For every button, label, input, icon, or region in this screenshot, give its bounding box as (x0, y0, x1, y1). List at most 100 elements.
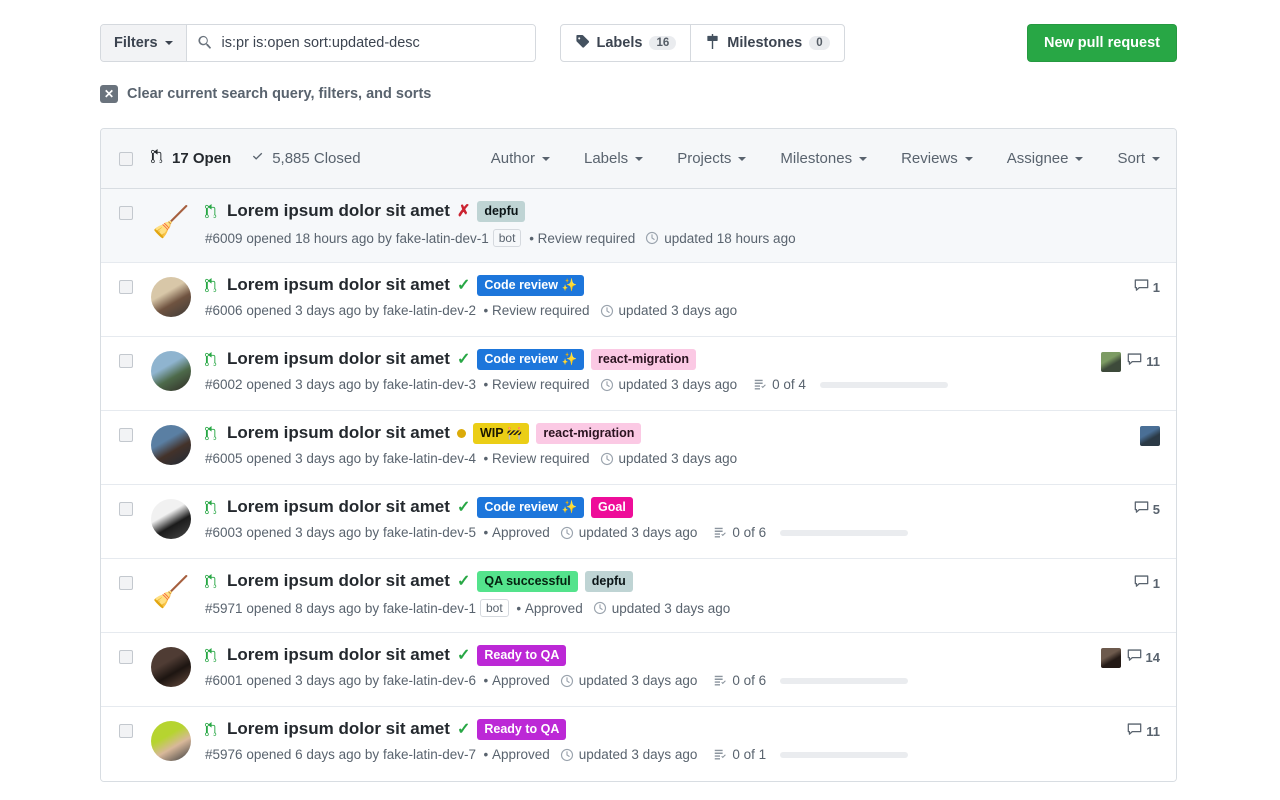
avatar[interactable] (151, 721, 191, 761)
pr-label[interactable]: Code review ✨ (477, 349, 585, 370)
pull-request-number[interactable]: #6003 (205, 525, 243, 540)
pull-request-author[interactable]: fake-latin-dev-6 (383, 673, 476, 688)
comment-count[interactable]: 14 (1127, 648, 1160, 666)
pull-request-title-link[interactable]: Lorem ipsum dolor sit amet (227, 497, 450, 517)
pull-request-author[interactable]: fake-latin-dev-3 (383, 377, 476, 392)
labels-dropdown[interactable]: Labels (584, 150, 644, 167)
pull-request-opened-text: opened 8 days ago by (246, 600, 380, 616)
avatar[interactable] (151, 277, 191, 317)
avatar[interactable] (151, 499, 191, 539)
pull-request-author[interactable]: fake-latin-dev-1 (383, 601, 476, 616)
search-field-wrapper[interactable] (186, 25, 535, 61)
avatar[interactable] (151, 425, 191, 465)
avatar[interactable] (151, 351, 191, 391)
labels-count: 16 (649, 36, 677, 50)
pull-request-row[interactable]: 🧹 Lorem ipsum dolor sit amet ✓ QA successfu… (101, 559, 1176, 633)
select-all-checkbox[interactable] (119, 151, 133, 166)
comment-count[interactable]: 5 (1134, 500, 1160, 518)
projects-dropdown[interactable]: Projects (677, 150, 747, 167)
sort-dropdown[interactable]: Sort (1117, 150, 1160, 167)
pr-label[interactable]: depfu (584, 571, 633, 592)
pull-request-title-link[interactable]: Lorem ipsum dolor sit amet (227, 571, 450, 591)
comment-count-label: 14 (1145, 649, 1160, 665)
assignee-dropdown[interactable]: Assignee (1007, 150, 1084, 167)
pull-request-row[interactable]: Lorem ipsum dolor sit amet ✓ Ready to QA #6… (101, 633, 1176, 707)
pull-request-number[interactable]: #5971 (205, 601, 243, 616)
closed-count-filter[interactable]: 5,885 Closed (251, 149, 361, 168)
avatar[interactable]: 🧹 (151, 203, 191, 243)
pull-request-row[interactable]: Lorem ipsum dolor sit amet ✓ Code review ✨… (101, 263, 1176, 337)
pull-request-title-line: Lorem ipsum dolor sit amet ✓ QA successful… (205, 571, 1088, 592)
pull-request-title-link[interactable]: Lorem ipsum dolor sit amet (227, 719, 450, 739)
row-select-checkbox[interactable] (119, 354, 133, 368)
pr-label[interactable]: Code review ✨ (477, 275, 585, 296)
clear-search-query-link[interactable]: ✕ Clear current search query, filters, a… (100, 85, 431, 103)
comment-count[interactable]: 1 (1134, 278, 1160, 296)
row-select-checkbox[interactable] (119, 724, 133, 738)
pull-request-author[interactable]: fake-latin-dev-4 (383, 451, 476, 466)
pr-label[interactable]: QA successful (477, 571, 578, 592)
pull-request-title-line: Lorem ipsum dolor sit amet ✓ Ready to QA (205, 645, 1088, 666)
check-icon (251, 149, 266, 168)
assignee-avatar[interactable] (1140, 426, 1160, 446)
row-select-checkbox[interactable] (119, 206, 133, 220)
pull-request-title-link[interactable]: Lorem ipsum dolor sit amet (227, 275, 450, 295)
pull-request-title-link[interactable]: Lorem ipsum dolor sit amet (227, 423, 450, 443)
pull-request-author[interactable]: fake-latin-dev-2 (383, 303, 476, 318)
assignee-avatar[interactable] (1101, 352, 1122, 372)
pull-request-list: 17 Open 5,885 Closed Author Labels Proje… (100, 128, 1177, 782)
pull-request-author[interactable]: fake-latin-dev-5 (383, 525, 476, 540)
pull-request-title-link[interactable]: Lorem ipsum dolor sit amet (227, 645, 450, 665)
row-select-checkbox[interactable] (119, 280, 133, 294)
pull-request-row[interactable]: Lorem ipsum dolor sit amet ✓ Code review ✨… (101, 485, 1176, 559)
row-select-checkbox[interactable] (119, 428, 133, 442)
search-input[interactable] (219, 34, 525, 52)
open-count-filter[interactable]: 17 Open (151, 149, 231, 168)
status-success-icon: ✓ (456, 498, 471, 516)
comment-count[interactable]: 11 (1127, 722, 1160, 740)
milestones-dropdown[interactable]: Milestones (780, 150, 868, 167)
pull-request-number[interactable]: #6001 (205, 673, 243, 688)
assignee-avatar[interactable] (1100, 648, 1121, 668)
pull-request-author[interactable]: fake-latin-dev-1 (396, 231, 489, 246)
pull-request-title-link[interactable]: Lorem ipsum dolor sit amet (227, 201, 450, 221)
pull-request-title-link[interactable]: Lorem ipsum dolor sit amet (227, 349, 450, 369)
pr-label[interactable]: WIP 🚧 (472, 423, 530, 444)
pull-request-number[interactable]: #6006 (205, 303, 243, 318)
pull-request-row-right (1100, 201, 1160, 250)
row-select-checkbox[interactable] (119, 502, 133, 516)
closed-count-label: 5,885 Closed (272, 150, 361, 167)
filters-dropdown-button[interactable]: Filters (101, 25, 187, 61)
milestones-button[interactable]: Milestones 0 (690, 25, 843, 61)
pull-request-row[interactable]: Lorem ipsum dolor sit amet WIP 🚧 react-mig… (101, 411, 1176, 485)
pull-request-row[interactable]: 🧹 Lorem ipsum dolor sit amet ✗ depfu #6009 o… (101, 189, 1176, 263)
pull-request-author[interactable]: fake-latin-dev-7 (383, 747, 476, 762)
pr-label[interactable]: Ready to QA (477, 645, 567, 666)
pr-label[interactable]: Ready to QA (477, 719, 567, 740)
pr-label[interactable]: Code review ✨ (477, 497, 585, 518)
author-dropdown[interactable]: Author (491, 150, 550, 167)
row-select-checkbox[interactable] (119, 650, 133, 664)
pr-label[interactable]: react-migration (591, 349, 697, 370)
pull-request-row[interactable]: Lorem ipsum dolor sit amet ✓ Ready to QA #5… (101, 707, 1176, 781)
pull-request-review-state: Review required (491, 451, 590, 466)
pull-request-number[interactable]: #5976 (205, 747, 243, 762)
pull-request-row-right: 14 (1100, 645, 1160, 694)
task-list-icon (753, 378, 767, 392)
pull-request-row[interactable]: Lorem ipsum dolor sit amet ✓ Code review ✨… (101, 337, 1176, 411)
row-select-checkbox[interactable] (119, 576, 133, 590)
pr-label[interactable]: react-migration (536, 423, 642, 444)
labels-button[interactable]: Labels 16 (561, 25, 691, 61)
pull-request-number[interactable]: #6005 (205, 451, 243, 466)
reviews-dropdown[interactable]: Reviews (901, 150, 973, 167)
pr-label[interactable]: Goal (591, 497, 633, 518)
comment-count[interactable]: 1 (1134, 574, 1160, 592)
pull-request-number[interactable]: #6002 (205, 377, 243, 392)
pull-request-number[interactable]: #6009 (205, 231, 243, 246)
pull-request-review-state: Approved (524, 600, 583, 616)
new-pull-request-button[interactable]: New pull request (1026, 24, 1177, 62)
avatar[interactable] (151, 647, 191, 687)
comment-count[interactable]: 11 (1127, 352, 1160, 370)
avatar[interactable]: 🧹 (151, 573, 191, 613)
pr-label[interactable]: depfu (477, 201, 526, 222)
